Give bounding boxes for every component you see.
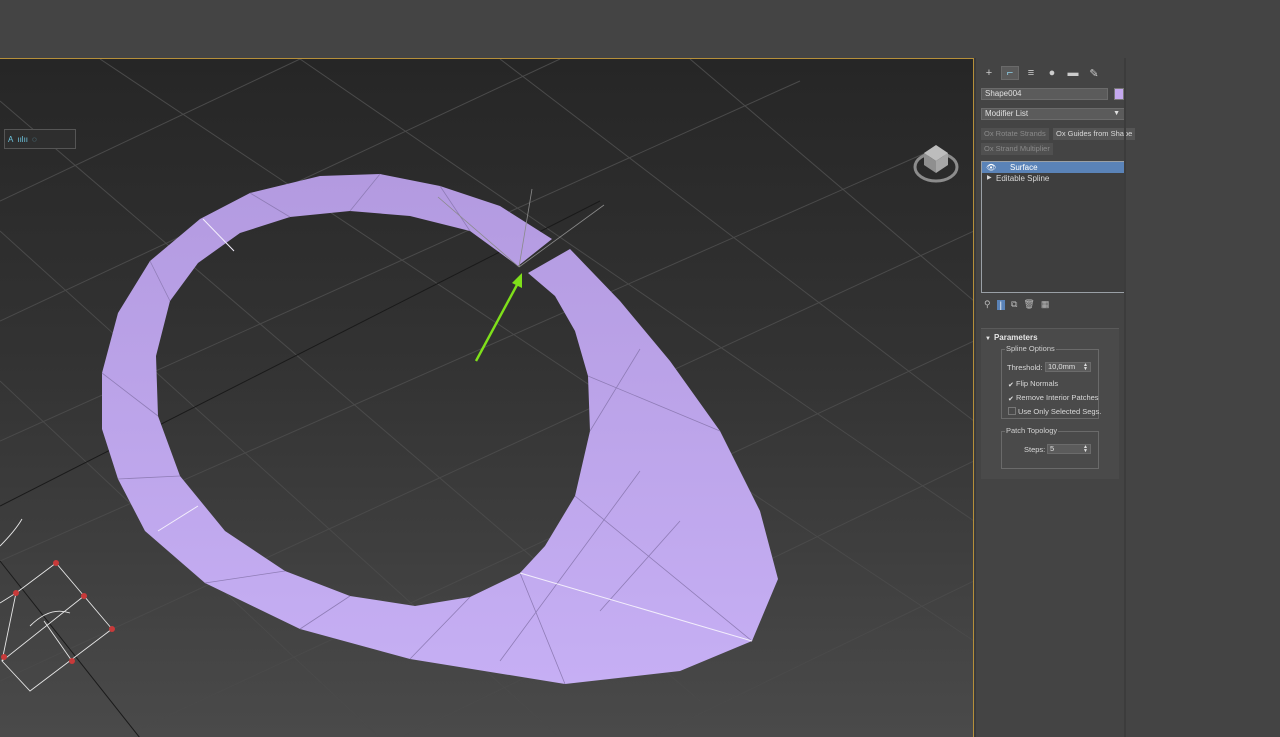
show-end-result-icon[interactable]: | <box>996 299 1005 310</box>
main-toolbar-area <box>0 0 1280 58</box>
axis-line <box>0 560 140 737</box>
flip-normals-checkbox[interactable]: ✔ Flip Normals <box>1008 379 1058 389</box>
ox-guides-from-shape-button[interactable]: Ox Guides from Shape <box>1053 128 1136 140</box>
ox-strand-multiplier-button[interactable]: Ox Strand Multiplier <box>981 143 1053 155</box>
perspective-viewport[interactable]: A ıılıı ◌ <box>0 58 974 737</box>
spline-options-title: Spline Options <box>1005 344 1056 353</box>
patch-topology-title: Patch Topology <box>1005 426 1059 435</box>
parameters-header[interactable]: ▼ Parameters <box>985 333 1038 342</box>
checkbox-checked-icon[interactable]: ✔ <box>1008 396 1014 403</box>
remove-interior-patches-checkbox[interactable]: ✔ Remove Interior Patches <box>1008 393 1099 403</box>
object-name-field[interactable]: Shape004 <box>981 88 1108 100</box>
steps-spinner[interactable]: 5 ▲ ▼ <box>1047 444 1091 454</box>
object-color-swatch[interactable] <box>1114 88 1124 100</box>
modify-tab-icon[interactable]: ⌐ <box>1001 66 1019 80</box>
collapse-caret-icon: ▼ <box>985 336 991 342</box>
surface-ring <box>102 174 778 684</box>
stack-item-editable-spline[interactable]: ▶ Editable Spline <box>982 173 1124 184</box>
select-filter-icon[interactable]: A <box>8 135 13 144</box>
viewcube-icon[interactable] <box>912 139 960 187</box>
viewport-scene <box>0 59 973 737</box>
stack-item-label: Surface <box>1010 163 1038 172</box>
stack-tools: ⚲ | ⧉ 🗑 ▦ <box>984 299 1049 310</box>
steering-wheel-icon[interactable]: ◌ <box>32 135 37 144</box>
make-unique-icon[interactable]: ⧉ <box>1011 299 1017 310</box>
viewport-toolbar[interactable]: A ıılıı ◌ <box>4 129 76 149</box>
spinner-arrows-icon[interactable]: ▲ ▼ <box>1083 445 1088 454</box>
steps-label: Steps: <box>1024 445 1046 454</box>
use-only-selected-segs-checkbox[interactable]: Use Only Selected Segs. <box>1008 407 1101 416</box>
spinner-arrows-icon[interactable]: ▲ ▼ <box>1083 363 1088 372</box>
command-panel: + ⌐ ≡ ● ▬ ✎ Shape004 Modifier List ▼ Ox … <box>976 58 1280 737</box>
ox-rotate-strands-button[interactable]: Ox Rotate Strands <box>981 128 1049 140</box>
checkbox-checked-icon[interactable]: ✔ <box>1008 382 1014 389</box>
threshold-label: Threshold: <box>1007 363 1043 372</box>
green-arrow-icon <box>474 273 522 362</box>
patch-topology-group: Patch Topology Steps: 5 ▲ ▼ <box>1001 426 1099 469</box>
steps-value: 5 <box>1050 444 1055 453</box>
parameters-rollout: ▼ Parameters Spline Options Threshold: 10… <box>981 328 1119 479</box>
display-tab-icon[interactable]: ▬ <box>1064 66 1082 80</box>
modifier-list-dropdown[interactable]: Modifier List ▼ <box>981 108 1125 120</box>
spline-options-group: Spline Options Threshold: 10,0mm ▲ ▼ ✔ Fli… <box>1001 344 1101 419</box>
remove-modifier-icon[interactable]: 🗑 <box>1023 299 1034 310</box>
hierarchy-tab-icon[interactable]: ≡ <box>1022 66 1040 80</box>
create-tab-icon[interactable]: + <box>980 66 998 80</box>
stack-item-label: Editable Spline <box>996 174 1050 183</box>
spline-shape <box>0 518 113 692</box>
stack-item-surface[interactable]: 👁 Surface <box>982 162 1124 173</box>
expand-triangle-icon[interactable]: ▶ <box>987 173 992 184</box>
pin-stack-icon[interactable]: ⚲ <box>984 299 991 310</box>
chevron-down-icon: ▼ <box>1113 110 1120 117</box>
statistics-icon[interactable]: ıılıı <box>17 135 28 144</box>
checkbox-unchecked-icon[interactable] <box>1008 407 1016 415</box>
threshold-spinner[interactable]: 10,0mm ▲ ▼ <box>1045 362 1091 372</box>
eye-icon[interactable]: 👁 <box>986 162 996 173</box>
threshold-value: 10,0mm <box>1048 362 1076 371</box>
utilities-tab-icon[interactable]: ✎ <box>1085 66 1103 80</box>
command-panel-tabs: + ⌐ ≡ ● ▬ ✎ <box>980 66 1103 80</box>
configure-modifier-sets-icon[interactable]: ▦ <box>1041 299 1050 310</box>
modifier-list-label: Modifier List <box>985 109 1029 118</box>
motion-tab-icon[interactable]: ● <box>1043 66 1061 80</box>
modifier-stack[interactable]: 👁 Surface ▶ Editable Spline <box>981 161 1125 293</box>
panel-divider <box>1124 58 1126 737</box>
